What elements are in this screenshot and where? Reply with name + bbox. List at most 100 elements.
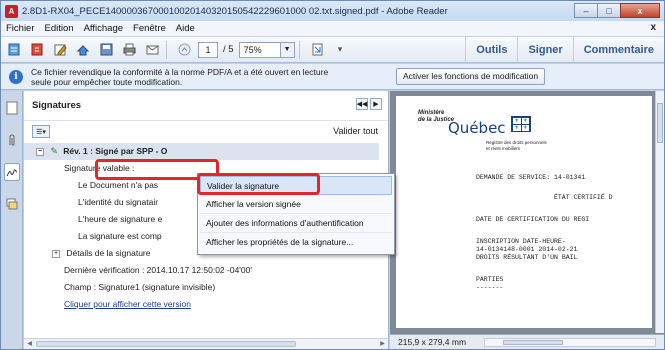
tools-pane-button[interactable]: Outils [465, 37, 517, 63]
scroll-thumb[interactable] [657, 103, 663, 143]
email-icon[interactable] [143, 40, 162, 59]
fleur-icon: ⚜ [513, 125, 521, 131]
title-bar: A 2.8D1-RX04_PECE14000036700010020140320… [1, 1, 664, 21]
adobe-reader-icon: A [5, 4, 18, 18]
page-thumbnails-icon[interactable] [4, 99, 20, 117]
navigation-rail [1, 91, 23, 349]
toolbar-overflow-icon[interactable]: ▾ [331, 40, 350, 59]
collapse-left-icon[interactable]: ◀◀ [356, 98, 368, 110]
doc-line: DATE DE CERTIFICATION DU REGI [476, 216, 590, 223]
show-signed-version-menu-item[interactable]: Afficher la version signée [200, 195, 392, 214]
menu-affichage[interactable]: Affichage [79, 23, 128, 34]
tree-row-label: Dernière vérification : 2014.10.17 12:50… [64, 265, 253, 275]
registre-text: Registre des droits personnels et réels … [486, 140, 547, 151]
toolbar: 1 / 5 75% ▼ ▾ Outils Signer Commentaire [1, 37, 664, 63]
tree-row-label: Détails de la signature [66, 248, 151, 258]
scroll-right-icon[interactable]: ▶ [378, 340, 387, 348]
doc-line: DROITS RÉSULTANT D'UN BAIL [476, 254, 578, 261]
document-vertical-scrollbar[interactable] [655, 91, 664, 333]
tree-row-label: Champ : Signature1 (signature invisible) [64, 282, 216, 292]
page-size-label: 215,9 x 279,4 mm [398, 337, 467, 347]
menu-aide[interactable]: Aide [171, 23, 200, 34]
open-pdf-icon[interactable] [28, 40, 47, 59]
close-button[interactable]: x [620, 3, 660, 18]
window-title: 2.8D1-RX04_PECE1400003670001002014032015… [22, 5, 448, 17]
enable-editing-button[interactable]: Activer les fonctions de modification [396, 68, 546, 85]
tree-row-label: La signature est comp [78, 231, 162, 241]
zoom-dropdown-icon[interactable]: ▼ [280, 41, 295, 58]
doc-line: 14-0134148-0001 2014-02-21 [476, 246, 578, 253]
menu-bar: Fichier Edition Affichage Fenêtre Aide x [1, 21, 664, 37]
share-icon[interactable] [74, 40, 93, 59]
doc-line: ------- [476, 284, 504, 291]
tree-row-label: L'heure de signature e [78, 214, 163, 224]
panel-nav: ◀◀ ▶ [354, 98, 382, 110]
scroll-thumb[interactable] [503, 340, 563, 345]
scroll-left-icon[interactable]: ◀ [25, 340, 34, 348]
page-total: / 5 [223, 44, 234, 55]
doc-line: INSCRIPTION DATE-HEURE- [476, 238, 566, 245]
toolbar-separator [298, 40, 300, 59]
fit-page-icon[interactable] [308, 40, 327, 59]
scroll-thumb[interactable] [36, 341, 296, 347]
validate-highlight-box [197, 173, 320, 195]
doc-line: DEMANDE DE SERVICE: 14-01341 [476, 174, 586, 181]
panel-header: Signatures ◀◀ ▶ [24, 91, 388, 121]
panel-horizontal-scrollbar[interactable]: ◀ ▶ [24, 338, 388, 349]
tree-row-link[interactable]: Cliquer pour afficher cette version [24, 296, 379, 313]
tree-row[interactable]: Champ : Signature1 (signature invisible) [24, 279, 379, 296]
signature-properties-menu-item[interactable]: Afficher les propriétés de la signature.… [200, 233, 392, 252]
sign-pane-button[interactable]: Signer [517, 37, 572, 63]
minimize-button[interactable]: – [574, 3, 598, 18]
quebec-wordmark: Québec [448, 119, 506, 137]
collapse-icon[interactable]: − [36, 147, 44, 156]
adobe-reader-window: A 2.8D1-RX04_PECE14000036700010020140320… [0, 0, 665, 350]
pdfa-info-bar: i Ce fichier revendique la conformité à … [1, 64, 664, 90]
print-icon[interactable] [120, 40, 139, 59]
fleur-de-lis-logo: ⚜ ⚜ ⚜ ⚜ [511, 116, 531, 132]
toolbar-separator [166, 40, 167, 59]
edit-icon[interactable] [51, 40, 70, 59]
view-version-link[interactable]: Cliquer pour afficher cette version [64, 299, 191, 309]
comment-pane-button[interactable]: Commentaire [572, 37, 664, 63]
tree-row-label: L'identité du signatair [78, 197, 159, 207]
document-horizontal-scrollbar[interactable] [484, 338, 656, 347]
tree-row[interactable]: Dernière vérification : 2014.10.17 12:50… [24, 262, 379, 279]
valid-signature-icon: ✎ [50, 146, 58, 156]
signatures-panel-icon[interactable] [4, 163, 20, 181]
page-number-input[interactable]: 1 [198, 41, 218, 58]
window-controls: – □ x [574, 3, 660, 18]
expand-right-icon[interactable]: ▶ [370, 98, 382, 110]
save-icon[interactable] [97, 40, 116, 59]
toolbar-panes: Outils Signer Commentaire [465, 37, 664, 63]
panel-title: Signatures [32, 100, 82, 111]
document-close-icon[interactable]: x [650, 22, 656, 33]
pdf-page: Ministère de la Justice Québec ⚜ ⚜ ⚜ ⚜ Reg… [396, 96, 652, 328]
maximize-button[interactable]: □ [597, 3, 621, 18]
create-pdf-icon[interactable] [5, 40, 24, 59]
doc-line: ÉTAT CERTIFIÉ D [554, 194, 613, 201]
layers-icon[interactable] [4, 195, 20, 213]
fleur-icon: ⚜ [521, 125, 529, 131]
menu-edition[interactable]: Edition [40, 23, 79, 34]
fleur-icon: ⚜ [513, 118, 521, 124]
panel-tools: ☰▾ Valider tout [24, 121, 388, 143]
attachments-icon[interactable] [4, 131, 20, 149]
tree-row-label: Rév. 1 : Signé par SPP - O [63, 146, 168, 156]
tree-row-revision[interactable]: − ✎ Rév. 1 : Signé par SPP - O [24, 143, 379, 160]
doc-line: PARTIES [476, 276, 504, 283]
options-menu-icon[interactable]: ☰▾ [32, 125, 50, 138]
zoom-input[interactable]: 75% [238, 41, 281, 58]
document-view: Ministère de la Justice Québec ⚜ ⚜ ⚜ ⚜ Reg… [390, 91, 664, 349]
tree-row-label: Le Document n'a pas [78, 180, 159, 190]
previous-page-icon[interactable] [175, 40, 194, 59]
fleur-icon: ⚜ [521, 118, 529, 124]
add-verification-info-menu-item[interactable]: Ajouter des informations d'authentificat… [200, 214, 392, 233]
menu-fenetre[interactable]: Fenêtre [128, 23, 171, 34]
validate-all-button[interactable]: Valider tout [333, 126, 378, 136]
menu-fichier[interactable]: Fichier [1, 23, 40, 34]
info-message: Ce fichier revendique la conformité à la… [31, 66, 329, 87]
document-status-bar: 215,9 x 279,4 mm [390, 334, 664, 349]
expand-icon[interactable]: + [52, 249, 60, 258]
info-icon: i [9, 69, 23, 84]
